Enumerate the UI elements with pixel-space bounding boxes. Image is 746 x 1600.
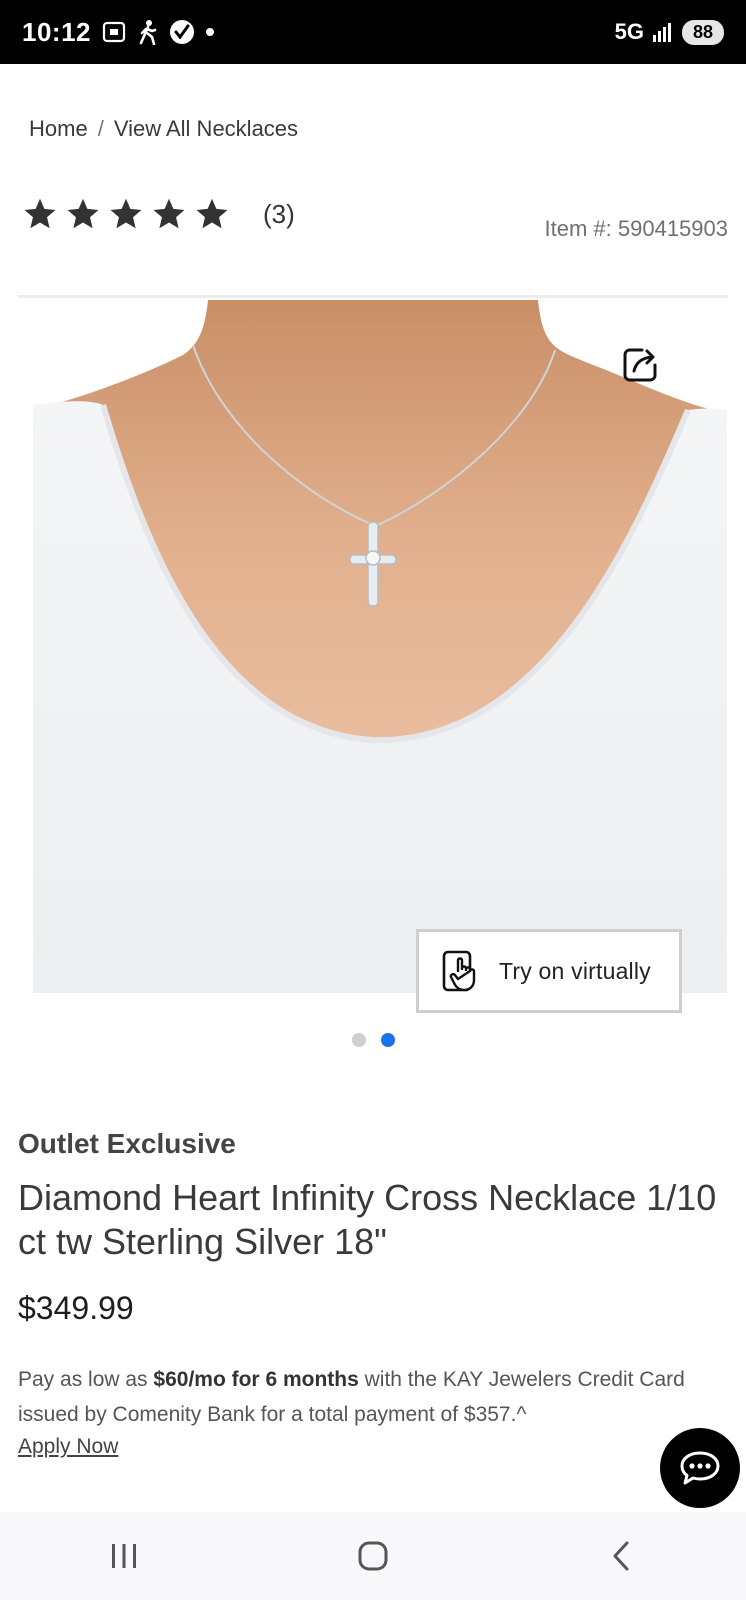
star-icon bbox=[153, 198, 185, 229]
chat-button[interactable] bbox=[660, 1428, 740, 1508]
status-left: 10:12 bbox=[22, 17, 215, 48]
dot-icon bbox=[205, 27, 215, 37]
financing-prefix: Pay as low as bbox=[18, 1368, 154, 1391]
try-on-label: Try on virtually bbox=[499, 957, 651, 984]
item-number: Item #: 590415903 bbox=[544, 216, 728, 241]
breadcrumb-separator: / bbox=[97, 116, 104, 141]
chat-bubble-icon bbox=[680, 1451, 720, 1485]
financing-text: Pay as low as $60/mo for 6 months with t… bbox=[18, 1362, 730, 1432]
hand-tap-phone-icon bbox=[442, 950, 476, 992]
star-icon bbox=[67, 198, 99, 229]
share-button[interactable] bbox=[618, 343, 662, 387]
product-title: Diamond Heart Infinity Cross Necklace 1/… bbox=[18, 1177, 717, 1262]
carousel-dot-active[interactable] bbox=[380, 1033, 395, 1047]
product-price: $349.99 bbox=[18, 1290, 134, 1326]
recent-apps-button[interactable] bbox=[94, 1526, 154, 1586]
breadcrumb-necklaces[interactable]: View All Necklaces bbox=[114, 116, 298, 142]
outlet-badge: Outlet Exclusive bbox=[18, 1128, 236, 1159]
status-right: 5G 88 bbox=[615, 19, 724, 45]
carousel-dot[interactable] bbox=[351, 1033, 366, 1047]
rating[interactable]: (3) bbox=[22, 196, 295, 232]
recent-apps-icon bbox=[112, 1544, 137, 1568]
home-icon bbox=[358, 1541, 388, 1571]
carousel-dots bbox=[0, 1033, 746, 1047]
divider bbox=[18, 295, 728, 298]
review-count[interactable]: (3) bbox=[263, 199, 295, 230]
apply-now-link[interactable]: Apply Now bbox=[18, 1435, 118, 1459]
system-nav-bar bbox=[0, 1512, 746, 1600]
network-label: 5G bbox=[614, 19, 644, 44]
breadcrumb: Home / View All Necklaces bbox=[29, 116, 298, 142]
status-bar: 10:12 5G 88 bbox=[0, 0, 746, 64]
necklace-model-photo bbox=[33, 300, 727, 993]
star-icon bbox=[196, 198, 228, 229]
try-on-virtually-button[interactable]: Try on virtually bbox=[416, 929, 682, 1013]
verified-check-icon bbox=[169, 19, 195, 45]
screenshot-icon bbox=[101, 20, 127, 44]
breadcrumb-home[interactable]: Home bbox=[29, 116, 88, 142]
home-button[interactable] bbox=[343, 1526, 403, 1586]
star-icon bbox=[110, 198, 142, 229]
signal-bars-icon bbox=[652, 21, 674, 43]
product-image[interactable] bbox=[33, 300, 727, 993]
financing-highlight: $60/mo for 6 months bbox=[153, 1368, 359, 1391]
status-time: 10:12 bbox=[22, 16, 91, 47]
star-icon bbox=[24, 198, 56, 229]
back-button[interactable] bbox=[592, 1526, 652, 1586]
share-icon bbox=[623, 348, 657, 382]
back-icon bbox=[613, 1541, 629, 1571]
battery-indicator: 88 bbox=[682, 19, 724, 45]
walking-icon bbox=[137, 19, 159, 45]
